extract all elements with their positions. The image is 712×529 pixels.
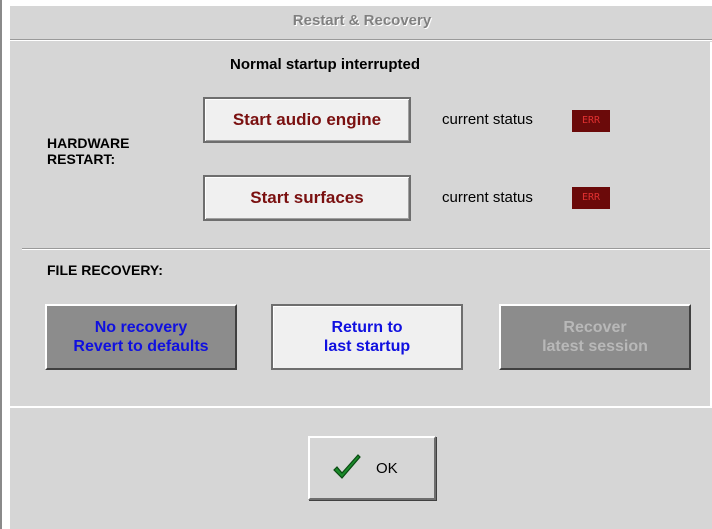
recover-latest-session-button[interactable]: Recover latest session (499, 304, 691, 370)
surfaces-status-label: current status (442, 189, 533, 206)
section-divider (22, 248, 710, 250)
return-line2: last startup (323, 338, 411, 355)
restart-recovery-dialog: Restart & Recovery Normal startup interr… (8, 6, 712, 529)
ok-label: OK (376, 460, 398, 477)
audio-status-badge: ERR (572, 110, 610, 132)
start-audio-engine-button[interactable]: Start audio engine (203, 97, 411, 143)
recover-line2: latest session (542, 338, 648, 355)
window-edge (0, 0, 2, 529)
surfaces-status-badge: ERR (572, 187, 610, 209)
hardware-restart-label: HARDWARE RESTART: (47, 135, 129, 167)
dialog-title: Restart & Recovery (292, 12, 432, 29)
audio-status-label: current status (442, 111, 533, 128)
hardware-label-line1: HARDWARE (47, 135, 130, 151)
startup-interrupted-message: Normal startup interrupted (229, 56, 421, 73)
recover-line1: Recover (563, 319, 627, 336)
no-recovery-line1: No recovery (94, 319, 188, 336)
return-line1: Return to (331, 319, 403, 336)
checkmark-icon (333, 454, 361, 479)
return-to-last-startup-button[interactable]: Return to last startup (271, 304, 463, 370)
title-divider (10, 39, 712, 41)
hardware-label-line2: RESTART: (47, 151, 116, 167)
start-surfaces-button[interactable]: Start surfaces (203, 175, 411, 221)
no-recovery-line2: Revert to defaults (73, 338, 209, 355)
file-recovery-label: FILE RECOVERY: (47, 262, 163, 278)
content-panel: Normal startup interrupted HARDWARE REST… (10, 42, 712, 408)
no-recovery-button[interactable]: No recovery Revert to defaults (45, 304, 237, 370)
ok-button[interactable]: OK (308, 436, 436, 500)
